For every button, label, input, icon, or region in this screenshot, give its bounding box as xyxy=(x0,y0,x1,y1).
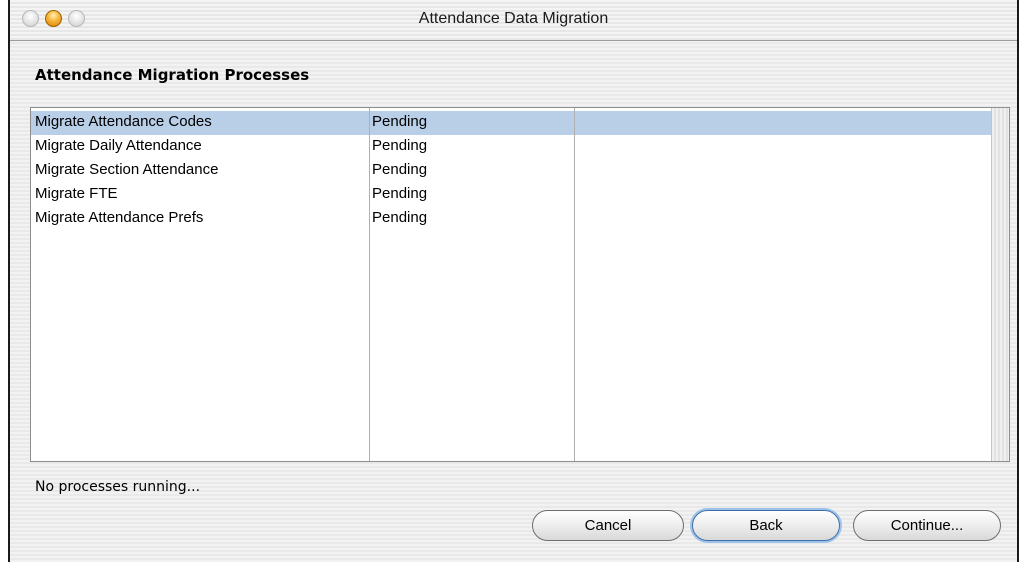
process-name: Migrate FTE xyxy=(35,185,118,202)
process-rows: Migrate Attendance Codes Pending Migrate… xyxy=(31,111,991,231)
process-status: Pending xyxy=(372,185,428,202)
table-row-attendance-codes[interactable]: Migrate Attendance Codes Pending xyxy=(31,111,991,135)
process-status: Pending xyxy=(372,137,428,154)
table-row-section-attendance[interactable]: Migrate Section Attendance Pending xyxy=(31,159,991,183)
process-status: Pending xyxy=(372,209,428,226)
column-divider xyxy=(574,108,575,461)
process-status: Pending xyxy=(372,161,428,178)
table-row-fte[interactable]: Migrate FTE Pending xyxy=(31,183,991,207)
section-title: Attendance Migration Processes xyxy=(35,66,310,84)
process-name: Migrate Section Attendance xyxy=(35,161,219,178)
process-name: Migrate Attendance Codes xyxy=(35,113,212,130)
status-message: No processes running... xyxy=(35,479,201,495)
process-table: Migrate Attendance Codes Pending Migrate… xyxy=(30,107,1010,462)
process-name: Migrate Daily Attendance xyxy=(35,137,202,154)
process-status: Pending xyxy=(372,113,428,130)
table-row-attendance-prefs[interactable]: Migrate Attendance Prefs Pending xyxy=(31,207,991,231)
column-divider xyxy=(369,108,370,461)
window-title: Attendance Data Migration xyxy=(418,10,609,27)
title-bar[interactable]: Attendance Data Migration xyxy=(10,0,1017,41)
process-name: Migrate Attendance Prefs xyxy=(35,209,204,226)
back-button[interactable]: Back xyxy=(692,510,840,541)
cancel-button[interactable]: Cancel xyxy=(532,510,684,541)
continue-button[interactable]: Continue... xyxy=(853,510,1001,541)
table-row-daily-attendance[interactable]: Migrate Daily Attendance Pending xyxy=(31,135,991,159)
migration-window: Attendance Data Migration Attendance Mig… xyxy=(8,0,1019,562)
vertical-scrollbar[interactable] xyxy=(991,108,1009,461)
